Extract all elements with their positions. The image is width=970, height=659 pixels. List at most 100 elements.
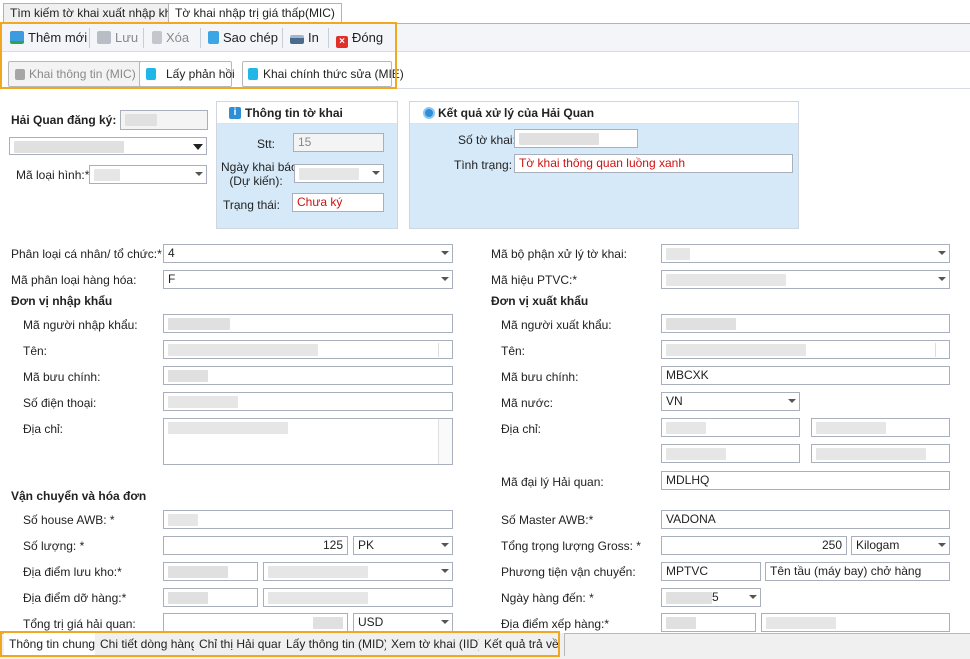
exporter-address-4[interactable] <box>811 444 950 463</box>
importer-phone-label: Số điện thoại: <box>23 396 97 410</box>
importer-name-field[interactable] <box>163 340 453 359</box>
chevron-down-icon <box>938 543 946 547</box>
importer-address-field[interactable] <box>163 418 453 465</box>
currency-select[interactable]: USD <box>353 613 453 632</box>
ptvc-label: Mã hiệu PTVC:* <box>491 273 578 287</box>
declaration-date-label: Ngày khai báo (Dự kiến): <box>221 160 298 188</box>
customs-result-panel: Kết quả xử lý của Hải Quan Số tờ khai: T… <box>409 101 799 229</box>
loading-code-field[interactable] <box>661 613 756 632</box>
importer-code-label: Mã người nhập khẩu: <box>23 318 138 332</box>
vehicle-name-field[interactable]: Tên tầu (máy bay) chở hàng <box>765 562 950 581</box>
chevron-down-icon <box>938 251 946 255</box>
chevron-down-icon <box>441 277 449 281</box>
exporter-name-label: Tên: <box>501 344 526 358</box>
declaration-number-label: Số tờ khai: <box>458 133 516 147</box>
tab-search-declarations[interactable]: Tìm kiếm tờ khai xuất nhập khẩu <box>3 3 192 24</box>
chevron-down-icon <box>749 595 757 599</box>
house-awb-field[interactable] <box>163 510 453 529</box>
dept-select[interactable] <box>661 244 950 263</box>
declaration-number-field[interactable] <box>514 129 638 148</box>
ptvc-select[interactable] <box>661 270 950 289</box>
exporter-address-label: Địa chỉ: <box>501 422 542 436</box>
customs-value-label: Tổng trị giá hải quan: <box>23 617 136 631</box>
quantity-field[interactable]: 125 <box>163 536 348 555</box>
transport-section-title: Vận chuyển và hóa đơn <box>11 489 147 503</box>
exporter-code-field[interactable] <box>661 314 950 333</box>
state-field[interactable]: Tờ khai thông quan luồng xanh <box>514 154 793 173</box>
stt-field[interactable]: 15 <box>293 133 384 152</box>
bottom-tabs-highlight <box>0 631 560 657</box>
arrival-date-picker[interactable]: 5 <box>661 588 761 607</box>
loading-name-field[interactable] <box>761 613 950 632</box>
exporter-postal-field[interactable]: MBCXK <box>661 366 950 385</box>
agent-field[interactable]: MDLHQ <box>661 471 950 490</box>
unload-label: Địa điểm dỡ hàng:* <box>23 591 127 605</box>
status-label: Trạng thái: <box>223 198 280 212</box>
unload-name-field[interactable] <box>263 588 453 607</box>
importer-postal-label: Mã bưu chính: <box>23 370 101 384</box>
vehicle-code-field[interactable]: MPTVC <box>661 562 761 581</box>
customs-result-title: Kết quả xử lý của Hải Quan <box>410 102 798 124</box>
country-label: Mã nước: <box>501 396 553 410</box>
state-label: Tình trạng: <box>454 158 513 172</box>
vehicle-label: Phương tiện vận chuyển: <box>501 565 636 579</box>
exporter-code-label: Mã người xuất khẩu: <box>501 318 612 332</box>
customs-value-field[interactable] <box>163 613 348 632</box>
dept-label: Mã bộ phận xử lý tờ khai: <box>491 247 627 261</box>
exporter-address-3[interactable] <box>661 444 800 463</box>
declaration-type-select[interactable] <box>89 165 207 184</box>
agent-label: Mã đại lý Hải quan: <box>501 475 604 489</box>
importer-code-field[interactable] <box>163 314 453 333</box>
exporter-postal-label: Mã bưu chính: <box>501 370 579 384</box>
customs-code-field[interactable] <box>120 110 208 130</box>
exporter-section-title: Đơn vị xuất khẩu <box>491 294 589 308</box>
stt-label: Stt: <box>257 137 276 151</box>
house-awb-label: Số house AWB: * <box>23 513 115 527</box>
status-field[interactable]: Chưa ký <box>292 193 384 212</box>
declaration-type-label: Mã loại hình:* <box>16 168 90 182</box>
importer-phone-field[interactable] <box>163 392 453 411</box>
loading-place-label: Địa điểm xếp hàng:* <box>501 617 610 631</box>
chevron-down-icon <box>195 172 203 176</box>
person-type-label: Phân loại cá nhân/ tổ chức:* <box>11 247 162 261</box>
quantity-unit-select[interactable]: PK <box>353 536 453 555</box>
search-icon <box>423 107 435 119</box>
person-type-select[interactable]: 4 <box>163 244 453 263</box>
weight-unit-select[interactable]: Kilogam <box>851 536 950 555</box>
chevron-down-icon <box>441 543 449 547</box>
spin-control[interactable] <box>935 343 947 357</box>
storage-label: Địa điểm lưu kho:* <box>23 565 122 579</box>
master-awb-label: Số Master AWB:* <box>501 513 594 527</box>
country-select[interactable]: VN <box>661 392 800 411</box>
importer-postal-field[interactable] <box>163 366 453 385</box>
goods-type-select[interactable]: F <box>163 270 453 289</box>
window-tab-bar: Tìm kiếm tờ khai xuất nhập khẩu Tờ khai … <box>0 0 970 25</box>
spin-control[interactable] <box>438 343 450 357</box>
importer-section-title: Đơn vị nhập khẩu <box>11 294 113 308</box>
declaration-date-picker[interactable] <box>294 164 384 183</box>
chevron-down-icon <box>938 277 946 281</box>
exporter-address-1[interactable] <box>661 418 800 437</box>
storage-select[interactable] <box>263 562 453 581</box>
chevron-down-icon <box>193 144 203 150</box>
arrival-date-label: Ngày hàng đến: * <box>501 591 594 605</box>
chevron-down-icon <box>788 399 796 403</box>
exporter-name-field[interactable] <box>661 340 950 359</box>
chevron-down-icon <box>441 620 449 624</box>
unload-code-field[interactable] <box>163 588 258 607</box>
storage-code-field[interactable] <box>163 562 258 581</box>
gross-weight-label: Tổng trọng lượng Gross: * <box>501 539 641 553</box>
declaration-info-title: Thông tin tờ khai <box>217 102 397 124</box>
info-icon: i <box>229 107 241 119</box>
scrollbar[interactable] <box>438 419 452 464</box>
quantity-label: Số lượng: * <box>23 539 85 553</box>
declaration-info-panel: Thông tin tờ khai i Stt: 15 Ngày khai bá… <box>216 101 398 229</box>
gross-weight-field[interactable]: 250 <box>661 536 847 555</box>
chevron-down-icon <box>372 171 380 175</box>
goods-type-label: Mã phân loại hàng hóa: <box>11 273 137 287</box>
chevron-down-icon <box>441 569 449 573</box>
master-awb-field[interactable]: VADONA <box>661 510 950 529</box>
customs-select[interactable] <box>9 137 207 155</box>
exporter-address-2[interactable] <box>811 418 950 437</box>
customs-label: Hải Quan đăng ký: <box>11 113 117 127</box>
